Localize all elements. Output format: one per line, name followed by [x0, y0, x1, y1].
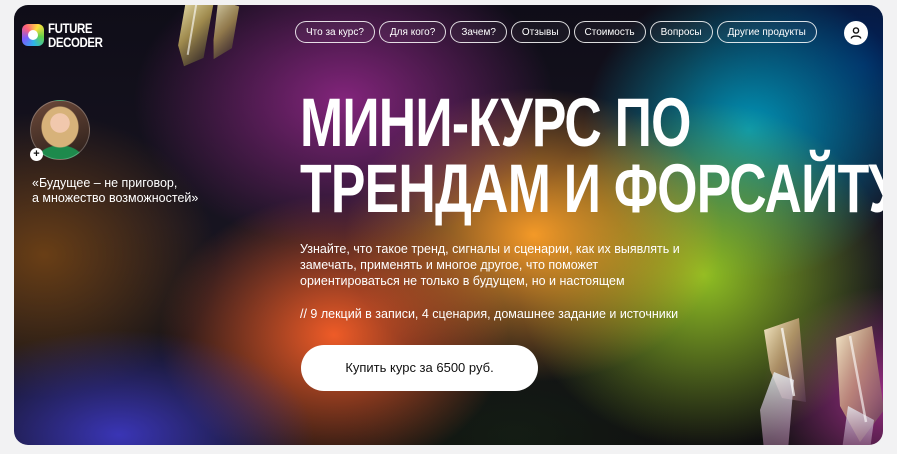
- nav-item-audience[interactable]: Для кого?: [378, 21, 447, 43]
- crystal-decoration-top: [178, 5, 240, 67]
- top-nav: Что за курс? Для кого? Зачем? Отзывы Сто…: [295, 21, 817, 43]
- title-line1: МИНИ-КУРС ПО: [300, 84, 691, 161]
- user-account-button[interactable]: [844, 21, 868, 45]
- nav-item-questions[interactable]: Вопросы: [649, 21, 713, 43]
- logo-line2: DECODER: [48, 34, 103, 50]
- course-description: Узнайте, что такое тренд, сигналы и сцен…: [300, 242, 680, 288]
- page-title: МИНИ-КУРС ПО ТРЕНДАМ И ФОРСАЙТУ: [300, 84, 883, 227]
- hero-banner: FUTURE DECODER Что за курс? Для кого? За…: [14, 5, 883, 445]
- author-quote: «Будущее – не приговор, а множество возм…: [32, 176, 222, 206]
- plus-icon[interactable]: +: [30, 148, 43, 161]
- crystal-decoration-bottom: [760, 318, 883, 445]
- title-line2: ТРЕНДАМ И ФОРСАЙТУ: [300, 150, 883, 227]
- user-icon: [850, 27, 862, 39]
- nav-item-price[interactable]: Стоимость: [573, 21, 646, 43]
- quote-line2: а множество возможностей»: [32, 191, 199, 205]
- nav-item-about[interactable]: Что за курс?: [295, 21, 375, 43]
- logo-text: FUTURE DECODER: [48, 21, 103, 49]
- course-details: // 9 лекций в записи, 4 сценария, домашн…: [300, 307, 679, 321]
- buy-course-button[interactable]: Купить курс за 6500 руб.: [301, 345, 538, 391]
- logo-icon: [22, 24, 44, 46]
- nav-item-other-products[interactable]: Другие продукты: [716, 21, 817, 43]
- logo[interactable]: FUTURE DECODER: [22, 21, 115, 49]
- nav-item-reviews[interactable]: Отзывы: [510, 21, 570, 43]
- logo-line1: FUTURE: [48, 20, 93, 36]
- nav-item-why[interactable]: Зачем?: [450, 21, 507, 43]
- quote-line1: «Будущее – не приговор,: [32, 176, 178, 190]
